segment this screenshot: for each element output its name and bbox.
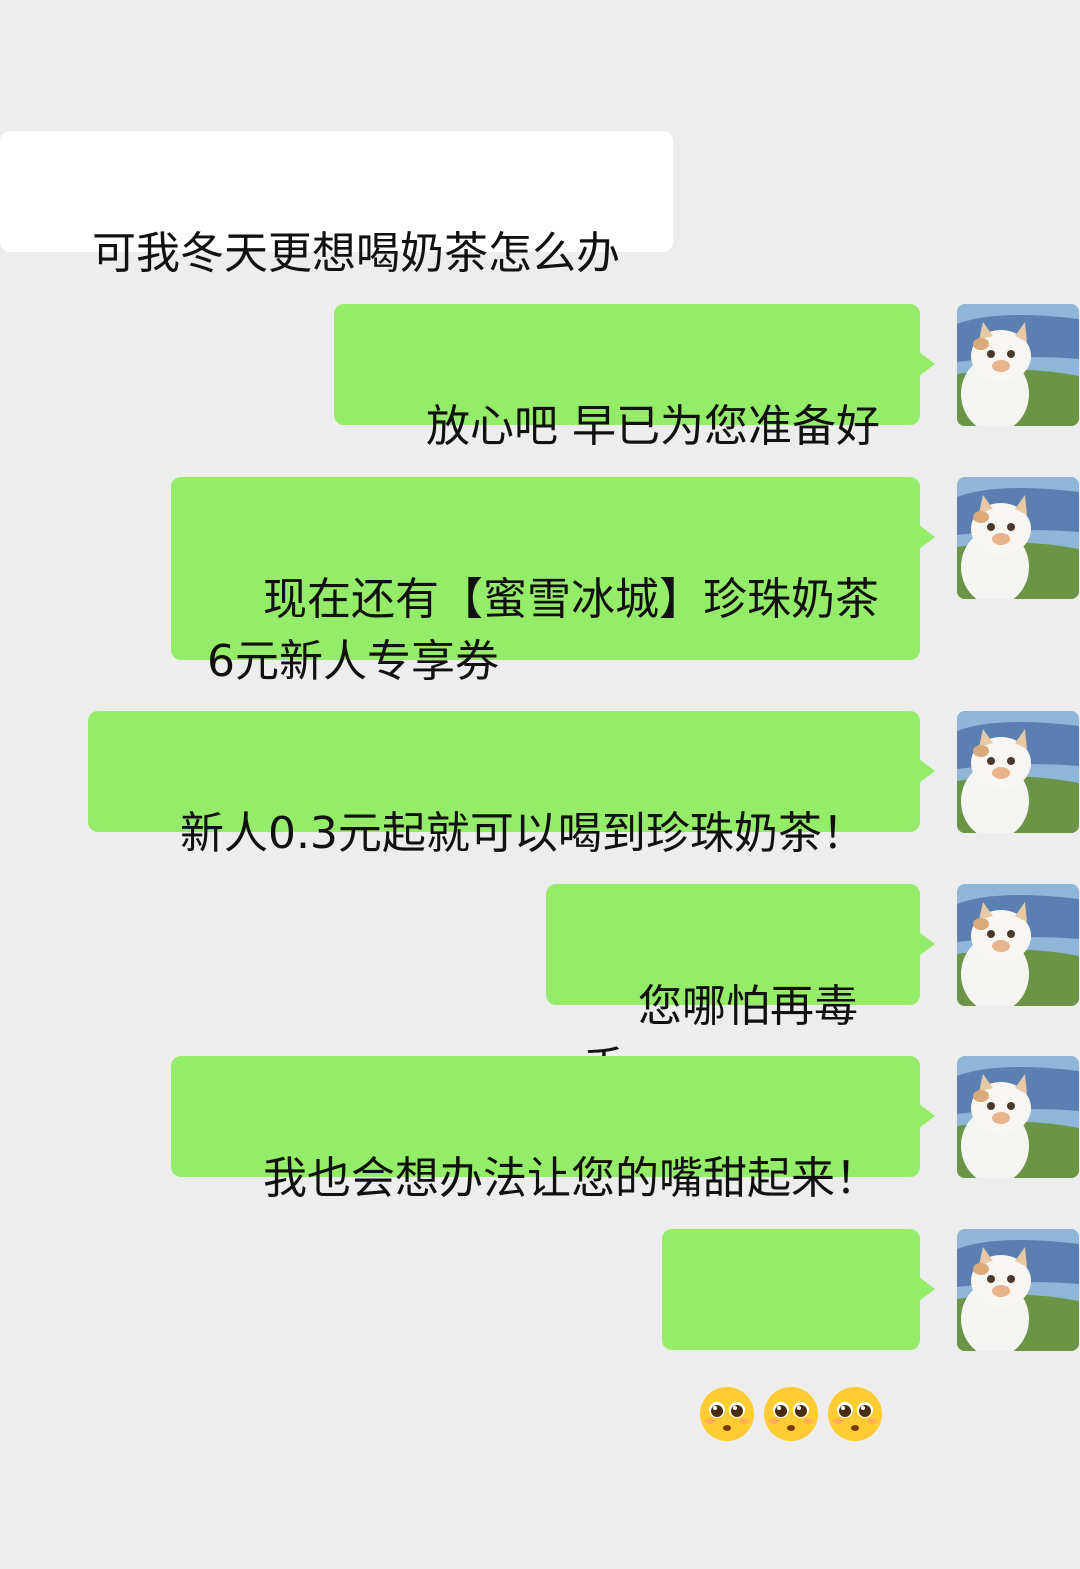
cat-avatar-icon[interactable] (957, 884, 1079, 1006)
pleading-face-emoji (828, 1387, 882, 1441)
bubble-tail (919, 1277, 935, 1301)
message-text: 放心吧 早已为您准备好 (425, 401, 880, 452)
message-text: 我也会想办法让您的嘴甜起来！ (262, 1153, 879, 1204)
bubble-tail (919, 352, 935, 376)
bubble-tail (919, 525, 935, 549)
message-text: 可我冬天更想喝奶茶怎么办 (91, 228, 620, 279)
cat-avatar-icon[interactable] (957, 1056, 1079, 1178)
outgoing-message-bubble[interactable]: 现在还有【蜜雪冰城】珍珠奶茶 6元新人专享券 (171, 477, 920, 687)
cat-avatar-icon[interactable] (957, 711, 1079, 833)
bubble-tail (919, 759, 935, 783)
cat-avatar-icon[interactable] (957, 304, 1079, 426)
outgoing-message-bubble[interactable]: 放心吧 早已为您准备好 (334, 304, 920, 452)
chat-window: 可我冬天更想喝奶茶怎么办 放心吧 早已为您准备好 现在还有【蜜雪冰城】珍珠奶茶 … (0, 0, 1080, 1441)
pleading-face-emoji (700, 1387, 754, 1441)
outgoing-message-bubble[interactable]: 我也会想办法让您的嘴甜起来！ (171, 1056, 920, 1204)
outgoing-message-bubble[interactable]: 新人0.3元起就可以喝到珍珠奶茶！ (88, 711, 920, 859)
cat-avatar-icon[interactable] (957, 1229, 1079, 1351)
message-text: 现在还有【蜜雪冰城】珍珠奶茶 6元新人专享券 (207, 574, 879, 687)
outgoing-emoji-bubble[interactable] (662, 1229, 920, 1441)
message-text: 新人0.3元起就可以喝到珍珠奶茶！ (179, 808, 866, 859)
outgoing-message-bubble[interactable]: 您哪怕再毒舌 (546, 884, 920, 1094)
pleading-face-emoji (764, 1387, 818, 1441)
incoming-message-bubble[interactable]: 可我冬天更想喝奶茶怎么办 (0, 131, 673, 279)
cat-avatar-icon[interactable] (957, 477, 1079, 599)
emoji-row (698, 1383, 884, 1445)
bubble-tail (919, 932, 935, 956)
bubble-tail (919, 1104, 935, 1128)
